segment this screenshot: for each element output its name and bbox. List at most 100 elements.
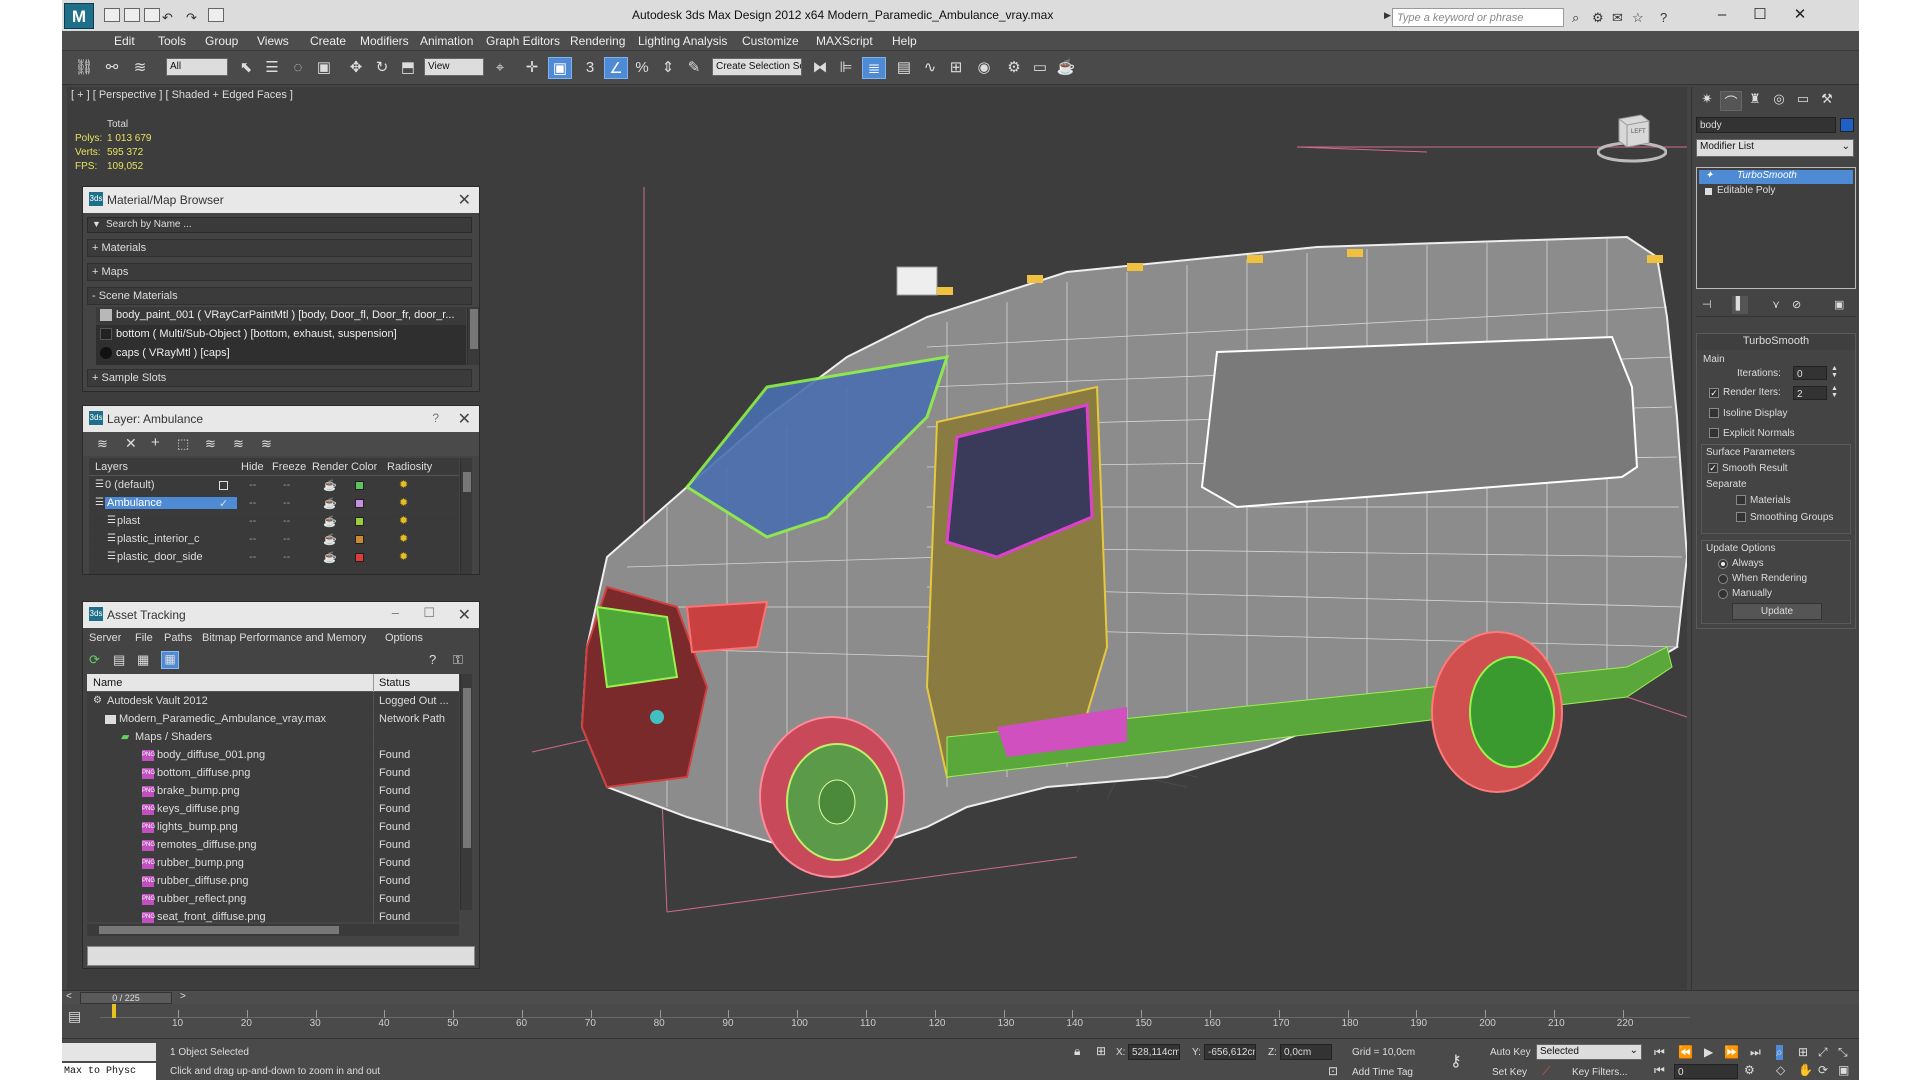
pin-stack-icon[interactable]: ⊣ — [1702, 298, 1712, 311]
default-in-out-tangents-icon[interactable]: ⟋ — [1542, 1064, 1550, 1079]
explicit-normals-checkbox[interactable] — [1709, 428, 1719, 438]
manually-radio[interactable] — [1718, 589, 1728, 599]
menu-views[interactable]: Views — [257, 34, 289, 48]
orbit-icon[interactable]: ⟳ — [1818, 1063, 1828, 1077]
render-teapot-icon[interactable]: ☕ — [323, 497, 337, 510]
freeze-toggle[interactable]: -- — [283, 497, 290, 509]
render-teapot-icon[interactable]: ☕ — [323, 515, 337, 528]
smoothing-groups-checkbox[interactable] — [1736, 512, 1746, 522]
z-coordinate-field[interactable]: 0,0cm — [1280, 1044, 1332, 1060]
mirror-icon[interactable]: ⧓ — [808, 57, 832, 79]
layer-name[interactable]: Ambulance — [105, 497, 237, 509]
maximize-viewport-icon[interactable]: ▣ — [1838, 1063, 1849, 1077]
material-search-field[interactable]: ▼ Search by Name ... — [87, 217, 472, 233]
configure-sets-icon[interactable]: ▣ — [1834, 298, 1844, 311]
object-color-swatch[interactable] — [1840, 118, 1854, 132]
expand-icon[interactable] — [1705, 188, 1712, 195]
table-view-icon[interactable]: ▦ — [137, 652, 149, 668]
layer-name[interactable]: 0 (default) — [105, 479, 237, 491]
close-icon[interactable]: ✕ — [458, 605, 471, 625]
layer-row[interactable]: ☰ Ambulance -- -- ☕ ✹ ✓ — [89, 495, 459, 513]
iterations-input[interactable]: 0 — [1793, 366, 1827, 380]
asset-row[interactable]: ⚙ Autodesk Vault 2012 Logged Out ... — [87, 693, 459, 711]
modifier-list-dropdown[interactable]: Modifier List ⌄ — [1696, 139, 1854, 157]
undo-icon[interactable]: ↶ — [162, 10, 173, 26]
angle-snap-icon[interactable]: ∠ — [604, 57, 628, 79]
select-and-move-icon[interactable]: ✥ — [344, 57, 368, 79]
object-name-field[interactable]: body — [1696, 117, 1836, 133]
asset-tracking-titlebar[interactable]: 3ds Asset Tracking – ☐ ✕ — [83, 602, 479, 628]
asset-menu-options[interactable]: Options — [385, 632, 423, 644]
align-icon[interactable]: ⊫ — [834, 57, 858, 79]
graphite-ribbon-icon[interactable]: ▤ — [892, 57, 916, 79]
redo-icon[interactable]: ↷ — [186, 10, 197, 26]
layer-color-swatch[interactable] — [355, 535, 364, 544]
render-iters-spinner[interactable]: ▲ ▼ — [1831, 385, 1838, 399]
close-icon[interactable]: ✕ — [458, 409, 471, 429]
motion-tab-icon[interactable]: ◎ — [1768, 91, 1790, 111]
maximize-button[interactable]: ☐ — [1740, 4, 1780, 26]
schematic-view-icon[interactable]: ⊞ — [944, 57, 968, 79]
layer-row[interactable]: ☰ plast -- -- ☕ ✹ — [89, 513, 459, 531]
rollout-title[interactable]: TurboSmooth — [1697, 334, 1855, 350]
asset-row[interactable]: ▰ Maps / Shaders — [87, 729, 459, 747]
layer-color-swatch[interactable] — [355, 553, 364, 562]
radiosity-icon[interactable]: ✹ — [399, 496, 408, 509]
render-iters-input[interactable]: 2 — [1793, 386, 1827, 400]
material-search-input[interactable]: Search by Name ... — [106, 219, 192, 230]
x-coordinate-field[interactable]: 528,114cm — [1128, 1044, 1180, 1060]
lightbulb-icon[interactable]: ✦ — [1705, 170, 1713, 181]
make-unique-icon[interactable]: ⋎ — [1772, 298, 1780, 311]
maximize-icon[interactable]: ☐ — [423, 605, 435, 621]
key-filters-button[interactable]: Key Filters... — [1572, 1067, 1628, 1078]
delete-layer-icon[interactable]: ✕ — [125, 435, 137, 452]
key-icon[interactable]: ⚷ — [1450, 1051, 1462, 1071]
update-button[interactable]: Update — [1732, 603, 1822, 620]
percent-snap-icon[interactable]: % — [630, 57, 654, 79]
asset-row[interactable]: PNG rubber_diffuse.png Found — [87, 873, 459, 891]
time-slider-thumb[interactable]: 0 / 225 — [80, 992, 172, 1004]
stack-item-turbosmooth[interactable]: ✦ TurboSmooth — [1699, 170, 1853, 184]
play-icon[interactable]: ▶ — [1704, 1045, 1713, 1059]
freeze-toggle[interactable]: -- — [283, 479, 290, 491]
time-tag-icon[interactable]: ⊡ — [1328, 1064, 1338, 1078]
menu-group[interactable]: Group — [205, 34, 238, 48]
close-window-button[interactable]: ✕ — [1780, 4, 1820, 26]
scrollbar[interactable] — [460, 458, 472, 574]
selection-filter-dropdown[interactable]: All — [166, 58, 228, 76]
column-header[interactable]: Hide — [241, 461, 264, 473]
menu-animation[interactable]: Animation — [420, 34, 473, 48]
material-browser-titlebar[interactable]: 3ds Material/Map Browser ✕ — [83, 187, 479, 213]
layer-row[interactable]: ☰ plastic_door_side -- -- ☕ ✹ — [89, 549, 459, 567]
show-end-result-icon[interactable]: ▌ — [1732, 296, 1748, 314]
menu-rendering[interactable]: Rendering — [570, 34, 625, 48]
modify-tab-icon[interactable]: ⌒ — [1720, 91, 1742, 111]
stack-item-editable-poly[interactable]: Editable Poly — [1699, 185, 1853, 199]
add-to-layer-icon[interactable]: + — [151, 434, 160, 451]
radiosity-icon[interactable]: ✹ — [399, 514, 408, 527]
column-header[interactable]: Name — [93, 677, 122, 689]
go-to-end-icon[interactable]: ⏭ — [1750, 1045, 1761, 1060]
freeze-toggle[interactable]: -- — [283, 533, 290, 545]
zoom-extents-all-icon[interactable]: ⤡ — [1838, 1045, 1848, 1060]
asset-row[interactable]: Modern_Paramedic_Ambulance_vray.max Netwo… — [87, 711, 459, 729]
set-key-button[interactable]: Set Key — [1492, 1067, 1527, 1078]
asset-menu-bitmap[interactable]: Bitmap Performance and Memory — [202, 632, 366, 644]
asset-row[interactable]: PNG brake_bump.png Found — [87, 783, 459, 801]
render-teapot-icon[interactable]: ☕ — [323, 479, 337, 492]
smooth-result-checkbox[interactable]: ✓ — [1708, 463, 1718, 473]
absolute-mode-icon[interactable]: ⊞ — [1096, 1044, 1106, 1058]
always-radio[interactable] — [1718, 559, 1728, 569]
freeze-toggle[interactable]: -- — [283, 551, 290, 563]
curve-editor-icon[interactable]: ∿ — [918, 57, 942, 79]
display-tab-icon[interactable]: ▭ — [1792, 91, 1814, 111]
select-layer-objects-icon[interactable]: ⬚ — [177, 436, 189, 452]
maxscript-listener-pink[interactable] — [62, 1043, 156, 1061]
column-header[interactable]: Color — [351, 461, 377, 473]
scrollbar[interactable] — [460, 674, 472, 910]
time-slider[interactable]: < 0 / 225 > — [62, 990, 1859, 1004]
reference-coordinate-dropdown[interactable]: View — [424, 58, 484, 76]
search-expand-icon[interactable]: ▶ — [1384, 10, 1391, 21]
render-setup-icon[interactable]: ⚙ — [1002, 57, 1026, 79]
isoline-display-checkbox[interactable] — [1709, 408, 1719, 418]
